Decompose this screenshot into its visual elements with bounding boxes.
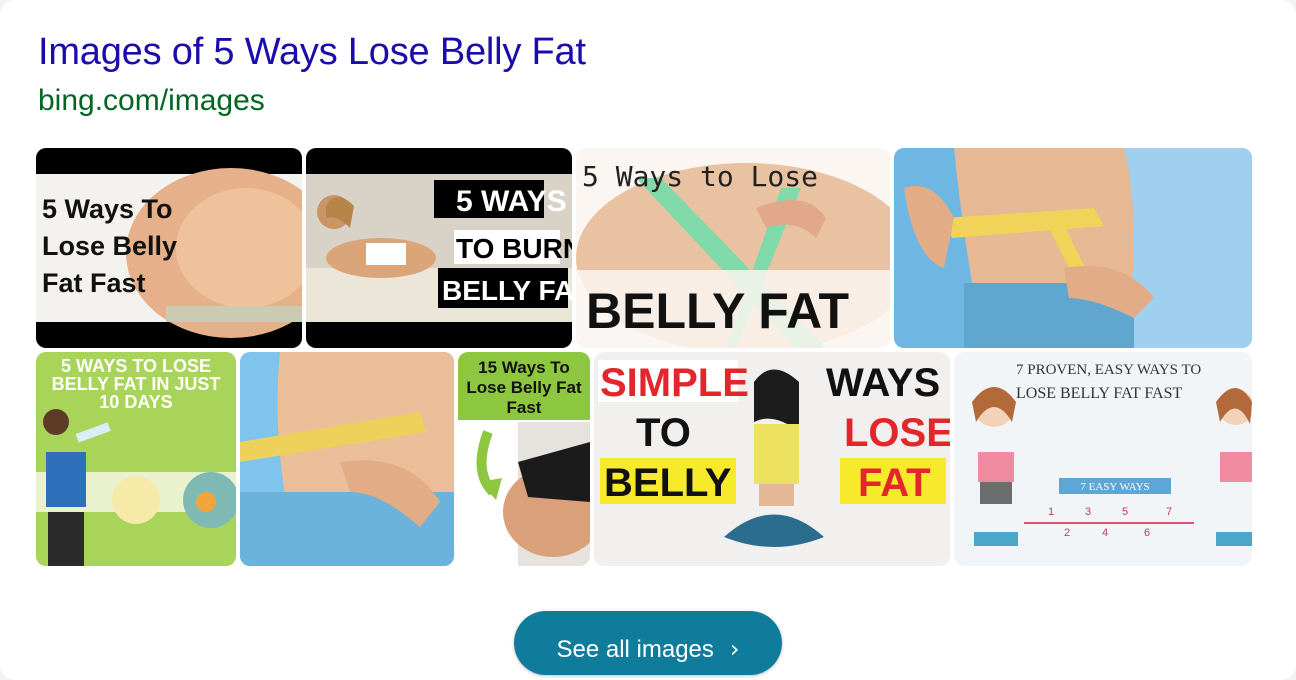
weight-loss-infographic: 7 PROVEN, EASY WAYS TO LOSE BELLY FAT FA… xyxy=(954,352,1252,566)
thumbnail-caption: TO BURN xyxy=(456,233,572,264)
step-number: 1 xyxy=(1048,506,1054,518)
image-thumbnail-8[interactable]: SIMPLE WAYS TO LOSE BELLY FAT xyxy=(594,352,950,566)
image-thumbnail-3[interactable]: 5 Ways to Lose BELLY FAT xyxy=(576,148,890,348)
thumbnail-caption: BELLY xyxy=(604,461,732,505)
thumbnail-caption: 7 PROVEN, EASY WAYS TO xyxy=(1016,362,1201,378)
thumbnail-caption: Fat Fast xyxy=(42,268,146,298)
thumbnail-caption: 5 WAYS TO LOSE xyxy=(61,356,211,376)
step-number: 7 xyxy=(1166,506,1172,518)
thumbnail-caption: Lose Belly xyxy=(42,231,177,261)
image-thumbnail-6[interactable] xyxy=(240,352,454,566)
thumbnail-caption: 5 WAYS xyxy=(456,185,567,218)
step-number: 3 xyxy=(1085,506,1091,518)
crunch-photo: 5 WAYS TO BURN BELLY FAT xyxy=(306,148,572,348)
thumbnail-caption: LOSE xyxy=(844,411,950,455)
image-thumbnail-9[interactable]: 7 PROVEN, EASY WAYS TO LOSE BELLY FAT FA… xyxy=(954,352,1252,566)
thumbnail-caption: BELLY FAT xyxy=(586,283,849,339)
thumbnail-caption: WAYS xyxy=(826,361,940,405)
image-thumbnail-2[interactable]: 5 WAYS TO BURN BELLY FAT xyxy=(306,148,572,348)
waist-measure-photo xyxy=(894,148,1252,348)
source-url: bing.com/images xyxy=(38,84,265,117)
abs-photo: 15 Ways To Lose Belly Fat Fast xyxy=(458,352,590,566)
yoga-pose-photo: SIMPLE WAYS TO LOSE BELLY FAT xyxy=(594,352,950,566)
thumbnail-caption: Fast xyxy=(507,398,542,417)
thumbnail-caption: 7 EASY WAYS xyxy=(1080,481,1149,493)
image-thumbnail-5[interactable]: 5 WAYS TO LOSE BELLY FAT IN JUST 10 DAYS xyxy=(36,352,236,566)
thumbnail-caption: 5 Ways To xyxy=(42,194,173,224)
waist-measure-photo-close xyxy=(240,352,454,566)
thumbnail-caption: 10 DAYS xyxy=(99,392,172,412)
image-thumbnail-1[interactable]: 5 Ways To Lose Belly Fat Fast xyxy=(36,148,302,348)
step-number: 5 xyxy=(1122,506,1128,518)
step-number: 4 xyxy=(1102,527,1108,539)
thumbnail-caption: 15 Ways To xyxy=(478,358,570,377)
tape-measure-photo-1: 5 Ways to Lose BELLY FAT xyxy=(576,148,890,348)
image-answer-card: Images of 5 Ways Lose Belly Fat bing.com… xyxy=(0,0,1296,680)
thumbnail-caption: LOSE BELLY FAT FAST xyxy=(1016,385,1182,402)
image-thumbnail-4[interactable] xyxy=(894,148,1252,348)
water-bottle-illustration: 5 WAYS TO LOSE BELLY FAT IN JUST 10 DAYS xyxy=(36,352,236,566)
see-all-images-label: See all images xyxy=(556,636,714,663)
results-title-link[interactable]: Images of 5 Ways Lose Belly Fat xyxy=(38,31,586,74)
step-number: 6 xyxy=(1144,527,1150,539)
thumbnail-caption: TO xyxy=(636,411,691,455)
thumbnail-caption: BELLY FAT xyxy=(442,275,572,306)
thumbnail-caption: 5 Ways to Lose xyxy=(582,160,818,193)
image-thumbnail-7[interactable]: 15 Ways To Lose Belly Fat Fast xyxy=(458,352,590,566)
step-number: 2 xyxy=(1064,527,1070,539)
thumbnail-caption: Lose Belly Fat xyxy=(466,378,582,397)
thumbnail-caption: BELLY FAT IN JUST xyxy=(52,374,221,394)
thumbnail-caption: SIMPLE xyxy=(600,361,749,405)
thumbnail-caption: FAT xyxy=(858,461,931,505)
chevron-right-icon: › xyxy=(729,635,740,663)
belly-photo-1: 5 Ways To Lose Belly Fat Fast xyxy=(36,148,302,348)
see-all-images-button[interactable]: See all images › xyxy=(514,611,782,675)
